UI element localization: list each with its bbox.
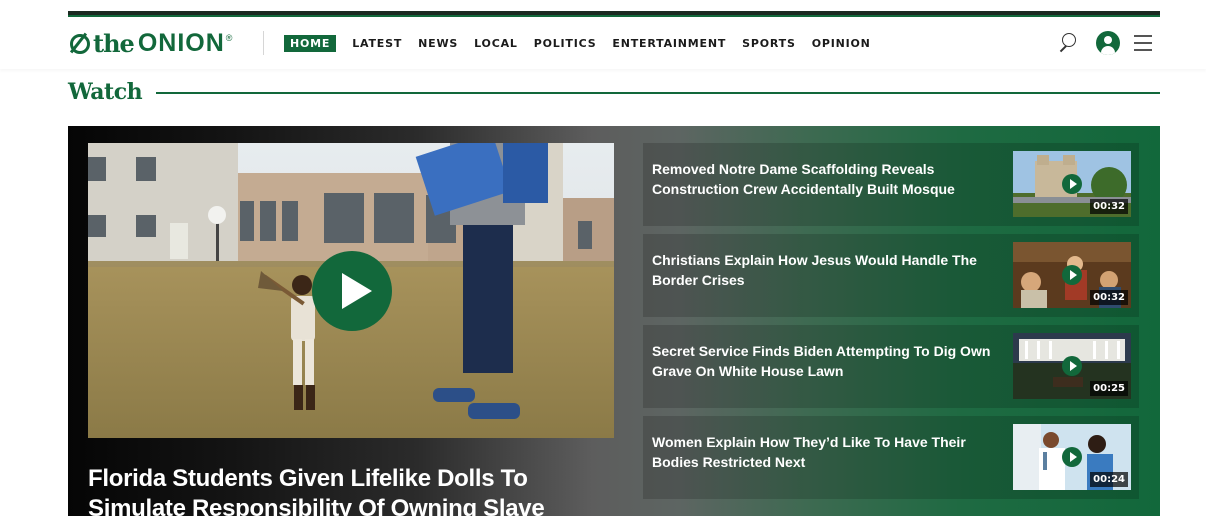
nav-entertainment[interactable]: ENTERTAINMENT: [612, 35, 726, 52]
nav-news[interactable]: NEWS: [418, 35, 458, 52]
video-duration: 00:25: [1090, 381, 1128, 396]
nav-politics[interactable]: POLITICS: [534, 35, 597, 52]
video-list-item[interactable]: Women Explain How They’d Like To Have Th…: [643, 416, 1139, 499]
header-actions: [1055, 31, 1152, 55]
logo-the: the: [93, 28, 135, 58]
play-icon[interactable]: [1062, 174, 1082, 194]
main-nav: HOME LATEST NEWS LOCAL POLITICS ENTERTAI…: [284, 35, 887, 52]
video-thumbnail[interactable]: 00:32: [1013, 242, 1131, 308]
nav-local[interactable]: LOCAL: [474, 35, 518, 52]
video-duration: 00:32: [1090, 199, 1128, 214]
onion-logo[interactable]: the ONION ®: [68, 28, 233, 58]
user-account-icon[interactable]: [1096, 31, 1120, 55]
watch-heading[interactable]: Watch: [68, 79, 143, 105]
video-list: Removed Notre Dame Scaffolding Reveals C…: [643, 143, 1139, 507]
video-thumbnail[interactable]: 00:25: [1013, 333, 1131, 399]
video-title[interactable]: Christians Explain How Jesus Would Handl…: [652, 250, 1002, 290]
nav-home[interactable]: HOME: [284, 35, 337, 52]
featured-video[interactable]: [88, 143, 614, 438]
featured-video-title[interactable]: Florida Students Given Lifelike Dolls To…: [88, 464, 608, 516]
nav-sports[interactable]: SPORTS: [742, 35, 796, 52]
video-title[interactable]: Secret Service Finds Biden Attempting To…: [652, 341, 1002, 381]
video-duration: 00:24: [1090, 472, 1128, 487]
header-divider: [263, 31, 264, 55]
logo-onion: ONION: [137, 28, 225, 57]
nav-opinion[interactable]: OPINION: [812, 35, 871, 52]
video-list-item[interactable]: Secret Service Finds Biden Attempting To…: [643, 325, 1139, 408]
logo-mark-icon: [68, 32, 90, 54]
hamburger-menu-icon[interactable]: [1134, 35, 1152, 51]
video-title[interactable]: Removed Notre Dame Scaffolding Reveals C…: [652, 159, 1002, 199]
watch-panel: Florida Students Given Lifelike Dolls To…: [68, 126, 1160, 516]
logo-registered-mark: ®: [225, 33, 233, 43]
video-thumbnail[interactable]: 00:32: [1013, 151, 1131, 217]
search-icon[interactable]: [1055, 32, 1077, 54]
video-thumbnail[interactable]: 00:24: [1013, 424, 1131, 490]
nav-latest[interactable]: LATEST: [352, 35, 402, 52]
video-list-item[interactable]: Christians Explain How Jesus Would Handl…: [643, 234, 1139, 317]
play-icon[interactable]: [1062, 356, 1082, 376]
play-icon[interactable]: [1062, 265, 1082, 285]
video-duration: 00:32: [1090, 290, 1128, 305]
site-header: the ONION ® HOME LATEST NEWS LOCAL POLIT…: [0, 17, 1206, 69]
video-title[interactable]: Women Explain How They’d Like To Have Th…: [652, 432, 1002, 472]
watch-section-header: Watch: [68, 77, 1160, 107]
play-icon[interactable]: [312, 251, 392, 331]
watch-heading-rule: [156, 92, 1160, 94]
play-icon[interactable]: [1062, 447, 1082, 467]
video-list-item[interactable]: Removed Notre Dame Scaffolding Reveals C…: [643, 143, 1139, 226]
